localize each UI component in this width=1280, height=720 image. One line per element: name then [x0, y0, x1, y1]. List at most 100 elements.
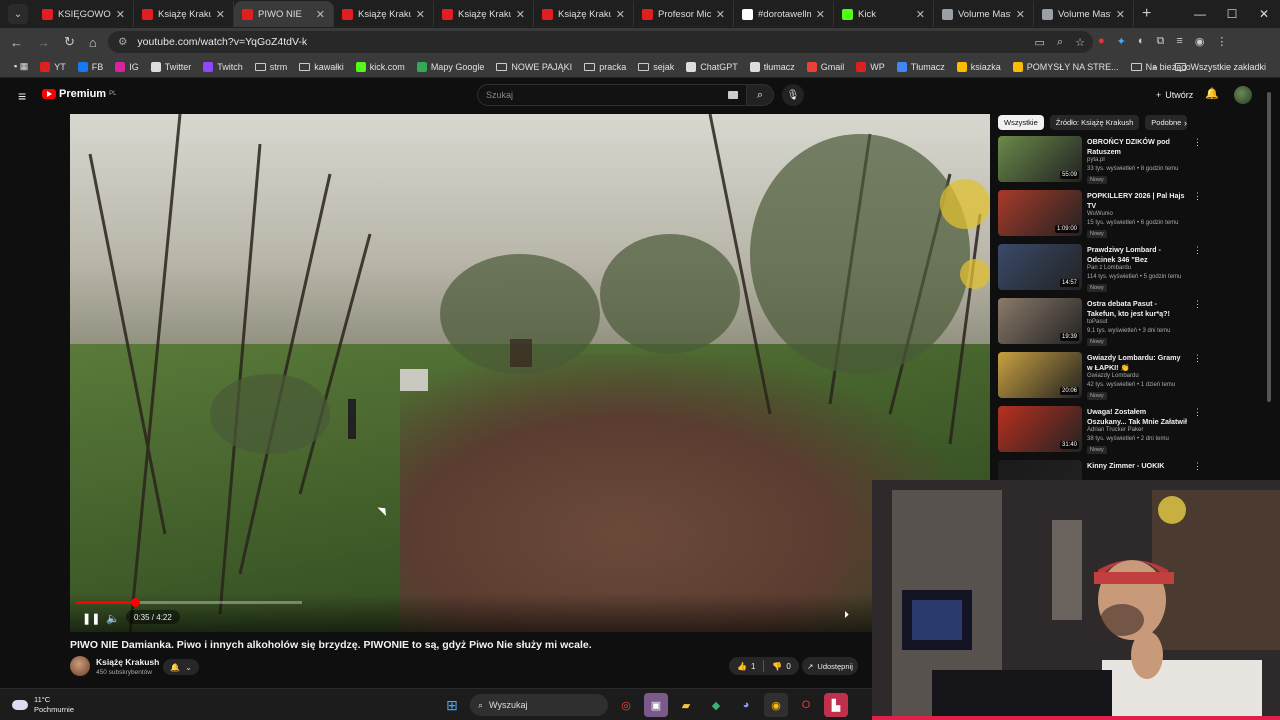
page-scrollbar[interactable]: [1267, 92, 1271, 402]
more-bookmarks-icon[interactable]: »: [1152, 62, 1157, 72]
search-button[interactable]: ⌕: [746, 84, 774, 106]
more-options-icon[interactable]: ⋮: [1193, 137, 1202, 148]
recommendation-item[interactable]: 20:06 Gwiazdy Lombardu: Gramy w ŁAPKI! 👏 G…: [998, 352, 1202, 402]
close-window-button[interactable]: ✕: [1248, 7, 1280, 21]
bookmark-item[interactable]: kawałki: [293, 62, 350, 72]
recommendation-item[interactable]: 19:39 Ostra debata Pasut - Takefun, kto j…: [998, 298, 1202, 348]
close-tab-icon[interactable]: ✕: [616, 8, 625, 21]
minimize-button[interactable]: —: [1184, 7, 1216, 21]
keyboard-icon[interactable]: [728, 91, 738, 99]
notifications-bell-icon[interactable]: 🔔: [1205, 87, 1219, 100]
bookmark-item[interactable]: WP: [850, 61, 891, 72]
recommendation-title[interactable]: Kinny Zimmer - UOKIK: [1087, 461, 1187, 471]
windows-start-icon[interactable]: ⊞: [440, 693, 464, 717]
channel-avatar[interactable]: [70, 656, 90, 676]
account-avatar[interactable]: [1234, 86, 1252, 104]
browser-menu-icon[interactable]: ⋮: [1216, 35, 1227, 48]
chrome-icon[interactable]: ◉: [764, 693, 788, 717]
autoplay-toggle-icon[interactable]: ⏵: [844, 610, 849, 621]
more-options-icon[interactable]: ⋮: [1193, 407, 1202, 418]
more-options-icon[interactable]: ⋮: [1193, 353, 1202, 364]
apps-icon[interactable]: ▪ ▦: [8, 61, 34, 72]
recommendation-item[interactable]: 55:09 OBROŃCY DZIKÓW pod Ratuszem pyta.pl 3…: [998, 136, 1202, 186]
extension-icon[interactable]: ✦: [1117, 35, 1126, 48]
subscription-bell-button[interactable]: 🔔 ⌄: [163, 659, 199, 675]
bookmark-item[interactable]: NOWE PAJĄKI: [490, 62, 578, 72]
browser-tab[interactable]: Książę Krakus ✕: [434, 1, 534, 27]
extensions-puzzle-icon[interactable]: ⧉: [1157, 35, 1165, 48]
more-options-icon[interactable]: ⋮: [1193, 191, 1202, 202]
filter-chip[interactable]: Wszystkie: [998, 115, 1044, 130]
bookmark-star-icon[interactable]: ☆: [1075, 36, 1085, 49]
address-bar[interactable]: ⚙ youtube.com/watch?v=YqGoZ4tdV-k ▭ ⌕ ☆: [108, 31, 1093, 53]
more-options-icon[interactable]: ⋮: [1193, 461, 1202, 472]
recommendation-item[interactable]: 14:57 Prawdziwy Lombard - Odcinek 346 "Be…: [998, 244, 1202, 294]
recommendation-title[interactable]: Prawdziwy Lombard - Odcinek 346 "Bez tar…: [1087, 245, 1187, 264]
bookmark-item[interactable]: ChatGPT: [680, 61, 744, 72]
reading-list-icon[interactable]: ≡: [1176, 35, 1182, 48]
filter-chip[interactable]: Podobne: [1145, 115, 1188, 130]
bookmark-item[interactable]: pracka: [578, 62, 632, 72]
channel-name[interactable]: Książę Krakush: [96, 657, 159, 667]
discord-icon[interactable]: ◕: [734, 693, 758, 717]
close-tab-icon[interactable]: ✕: [1016, 8, 1025, 21]
dislike-count[interactable]: 0: [786, 662, 790, 671]
create-button[interactable]: + Utwórz: [1148, 86, 1201, 104]
file-explorer-icon[interactable]: ▰: [674, 693, 698, 717]
progress-bar[interactable]: [76, 598, 302, 607]
tab-search-button[interactable]: ⌄: [8, 4, 28, 24]
hamburger-menu-icon[interactable]: ≡: [18, 88, 26, 104]
recommendation-channel[interactable]: pyta.pl: [1087, 157, 1105, 163]
more-options-icon[interactable]: ⋮: [1193, 245, 1202, 256]
bookmark-item[interactable]: Twitch: [197, 61, 249, 72]
close-tab-icon[interactable]: ✕: [716, 8, 725, 21]
site-info-icon[interactable]: ⚙: [118, 36, 127, 48]
bookmark-item[interactable]: kick.com: [350, 61, 411, 72]
browser-tab[interactable]: Kick ✕: [834, 1, 934, 27]
home-icon[interactable]: ⌂: [89, 35, 97, 50]
youtube-logo[interactable]: Premium PL: [42, 88, 116, 100]
close-tab-icon[interactable]: ✕: [116, 8, 125, 21]
browser-tab[interactable]: Książę Krakus ✕: [534, 1, 634, 27]
like-icon[interactable]: 👍: [737, 662, 747, 671]
recommendation-channel[interactable]: Pan z Lombardu: [1087, 265, 1131, 271]
taskbar-search-input[interactable]: ⌕ Wyszukaj: [470, 694, 608, 716]
forward-icon[interactable]: →: [37, 35, 50, 50]
copilot-icon[interactable]: ◎: [614, 693, 638, 717]
browser-tab[interactable]: Profesor Mich ✕: [634, 1, 734, 27]
bookmark-item[interactable]: tłumacz: [744, 61, 801, 72]
browser-tab[interactable]: Książę Krakus ✕: [134, 1, 234, 27]
bookmark-item[interactable]: sejak: [632, 62, 680, 72]
close-tab-icon[interactable]: ✕: [216, 8, 225, 21]
bookmark-item[interactable]: IG: [109, 61, 145, 72]
profile-icon[interactable]: ◉: [1195, 35, 1205, 48]
record-extension-icon[interactable]: ●: [1098, 35, 1105, 48]
chevron-right-icon[interactable]: ›: [1184, 118, 1187, 128]
browser-tab[interactable]: PIWO NIE ✕: [234, 1, 334, 27]
video-thumbnail[interactable]: 55:09: [998, 136, 1082, 182]
recommendation-title[interactable]: Gwiazdy Lombardu: Gramy w ŁAPKI! 👏: [1087, 353, 1187, 372]
close-tab-icon[interactable]: ✕: [916, 8, 925, 21]
shield-app-icon[interactable]: ◆: [704, 693, 728, 717]
back-icon[interactable]: ←: [10, 35, 23, 50]
bookmark-item[interactable]: Twitter: [145, 61, 198, 72]
browser-tab[interactable]: Volume Maste ✕: [934, 1, 1034, 27]
bookmark-item[interactable]: ksiazka: [951, 61, 1007, 72]
cast-icon[interactable]: ▭: [1035, 36, 1045, 49]
close-tab-icon[interactable]: ✕: [416, 8, 425, 21]
recommendation-title[interactable]: Ostra debata Pasut - Takefun, kto jest k…: [1087, 299, 1187, 318]
bookmark-item[interactable]: Tłumacz: [891, 61, 951, 72]
recommendation-item[interactable]: 31:40 Uwaga! Zostałem Oszukany... Tak Mni…: [998, 406, 1202, 456]
close-tab-icon[interactable]: ✕: [1116, 8, 1125, 21]
recommendation-channel[interactable]: Adrian Trucker Paker: [1087, 427, 1143, 433]
video-player[interactable]: ❚❚ 🔈 0:35 / 4:22 ⏵: [70, 114, 990, 632]
filter-chip[interactable]: Źródło: Książę Krakush: [1049, 115, 1140, 130]
close-tab-icon[interactable]: ✕: [316, 8, 325, 21]
browser-tab[interactable]: KSIĘGOWO ✕: [34, 1, 134, 27]
bookmark-item[interactable]: FB: [72, 61, 110, 72]
photo-app-icon[interactable]: ▣: [644, 693, 668, 717]
all-bookmarks-button[interactable]: Wszystkie zakładki: [1169, 62, 1272, 72]
recommendation-title[interactable]: OBROŃCY DZIKÓW pod Ratuszem: [1087, 137, 1187, 156]
video-thumbnail[interactable]: 1:09:00: [998, 190, 1082, 236]
recommendation-channel[interactable]: Gwiazdy Lombardu: [1087, 373, 1139, 379]
